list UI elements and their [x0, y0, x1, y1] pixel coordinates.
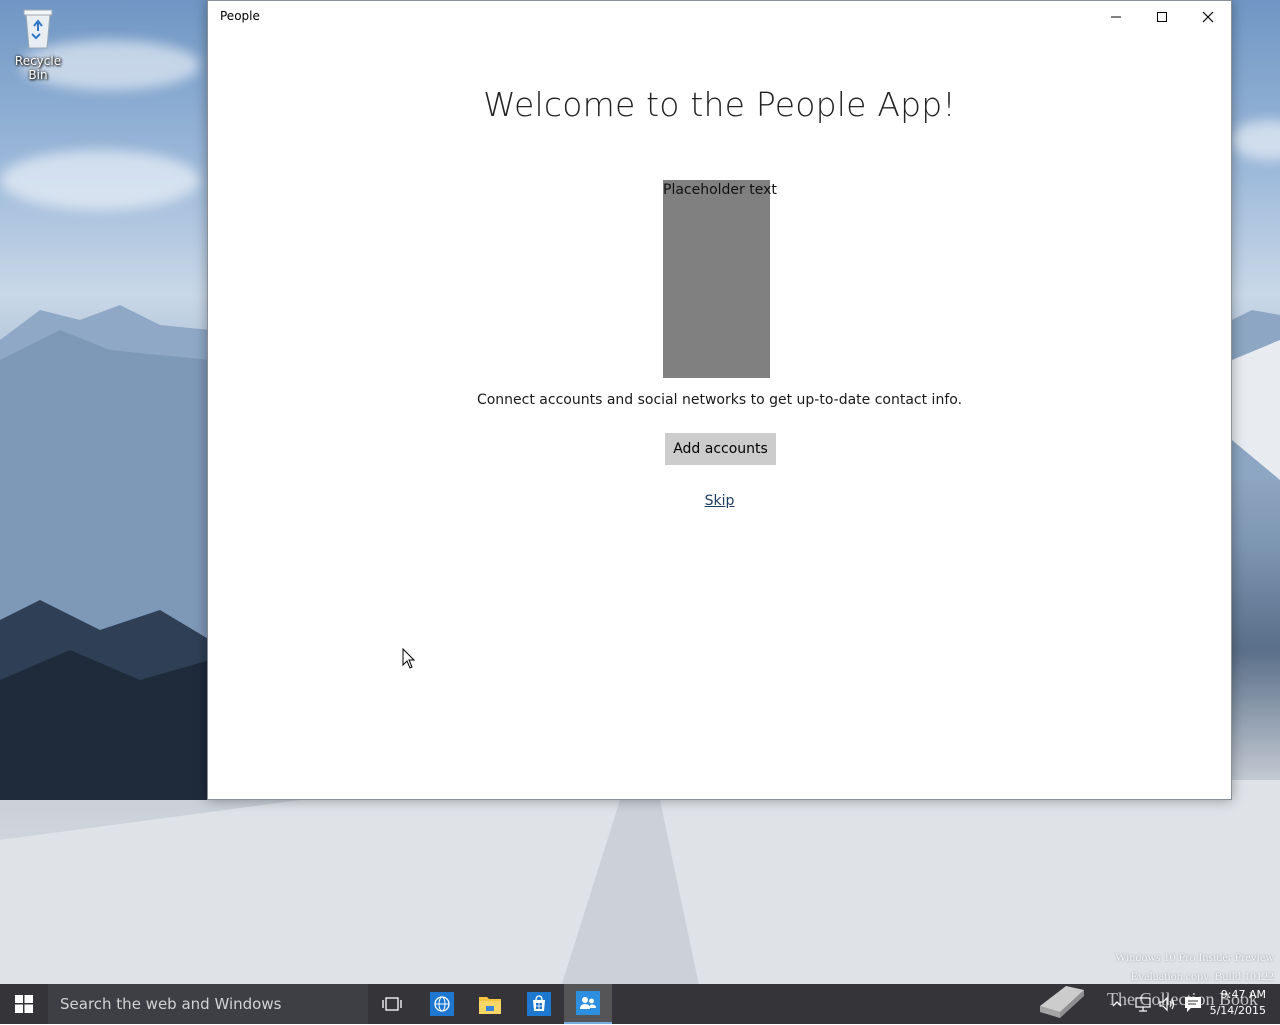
skip-link-container: Skip [208, 493, 1231, 509]
taskbar-app-edge[interactable] [418, 984, 466, 1024]
skip-link[interactable]: Skip [705, 493, 735, 509]
search-box[interactable] [48, 984, 368, 1024]
book-logo-icon [1040, 986, 1084, 1018]
network-tray-button[interactable] [1134, 994, 1152, 1019]
window-titlebar[interactable]: People [208, 1, 1231, 33]
taskbar: The Collection Book 9:47 AM 5/14/2015 [0, 984, 1280, 1024]
window-title: People [220, 9, 260, 23]
globe-icon [430, 992, 454, 1016]
windows-logo-icon [15, 995, 33, 1013]
search-input[interactable] [48, 984, 368, 1024]
minimize-button[interactable] [1093, 1, 1139, 33]
maximize-button[interactable] [1139, 1, 1185, 33]
welcome-heading: Welcome to the People App! [483, 85, 956, 124]
cloud [1230, 120, 1280, 160]
action-center-button[interactable] [1184, 995, 1202, 1018]
clock-time: 9:47 AM [1220, 988, 1266, 1001]
show-hidden-icons-button[interactable] [1112, 994, 1122, 1019]
mountain-left [0, 305, 210, 800]
taskbar-app-store[interactable] [515, 984, 563, 1024]
task-view-icon [382, 997, 402, 1011]
start-button[interactable] [0, 984, 48, 1024]
volume-icon [1159, 996, 1175, 1012]
os-watermark: Windows 10 Pro Insider Preview Evaluatio… [1115, 948, 1274, 984]
system-clock[interactable]: 9:47 AM 5/14/2015 [1210, 987, 1266, 1019]
volume-tray-button[interactable] [1158, 994, 1176, 1019]
desktop-icon-label: Recycle Bin [14, 54, 62, 82]
collection-book-logo [1036, 976, 1088, 1025]
taskbar-app-file-explorer[interactable] [466, 984, 514, 1024]
close-button[interactable] [1185, 1, 1231, 33]
minimize-icon [1111, 16, 1121, 18]
clock-date: 5/14/2015 [1209, 1004, 1266, 1017]
mouse-pointer-icon [402, 648, 416, 669]
taskbar-app-people[interactable] [564, 984, 612, 1024]
connect-description: Connect accounts and social networks to … [476, 392, 963, 408]
folder-icon [479, 997, 501, 1014]
hero-image-placeholder: Placeholder text [663, 180, 777, 378]
chevron-up-icon [1112, 1001, 1122, 1007]
cloud [0, 150, 200, 210]
notification-icon [1185, 997, 1201, 1012]
people-icon [576, 991, 600, 1015]
network-icon [1135, 997, 1151, 1012]
watermark-line: Evaluation copy. Build 10122 [1130, 969, 1274, 983]
close-icon [1202, 11, 1214, 23]
desktop-icon-recycle-bin[interactable]: Recycle Bin [5, 6, 71, 82]
people-app-window: People Welcome to the People App! Placeh… [207, 0, 1232, 800]
maximize-icon [1157, 12, 1167, 22]
watermark-line: Windows 10 Pro Insider Preview [1115, 950, 1274, 964]
placeholder-label: Placeholder text [663, 182, 777, 198]
recycle-bin-icon [20, 6, 56, 50]
task-view-button[interactable] [368, 984, 416, 1024]
store-icon [527, 992, 551, 1016]
mountain-right [1232, 310, 1280, 480]
snow-slope [0, 780, 1280, 984]
add-accounts-button[interactable]: Add accounts [665, 433, 776, 465]
